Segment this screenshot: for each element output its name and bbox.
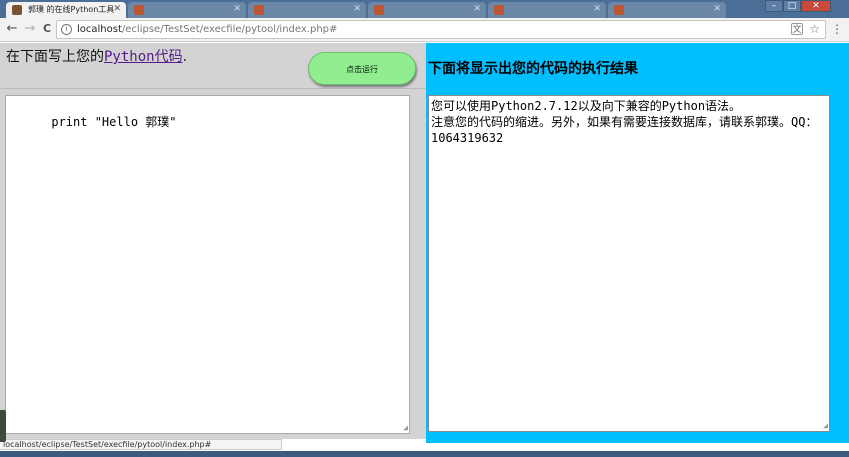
left-title: 在下面写上您的Python代码. [6,46,187,66]
tab-active[interactable]: 郭璞 的在线Python工具 ✕ [6,2,126,18]
left-title-prefix: 在下面写上您的 [6,49,104,65]
tab-close-icon[interactable]: ✕ [113,4,121,14]
maximize-button[interactable]: □ [783,0,801,12]
reload-icon[interactable]: C [39,21,55,37]
resize-grip-icon[interactable]: ◢ [823,422,828,430]
translate-icon[interactable]: 文 [791,23,803,35]
result-title: 下面将显示出您的代码的执行结果 [428,61,638,77]
info-icon[interactable]: i [61,24,72,35]
favicon-icon [494,5,504,15]
tab-title: 郭璞 的在线Python工具 [28,5,115,14]
side-handle[interactable] [0,410,6,442]
left-header: 在下面写上您的Python代码. 点击运行 [0,43,426,89]
tab-4[interactable]: ✕ [368,2,486,18]
favicon-icon [254,5,264,15]
tab-3[interactable]: ✕ [248,2,366,18]
forward-icon[interactable]: → [22,21,38,37]
minimize-button[interactable]: – [765,0,783,12]
url-path: /eclipse/TestSet/execfile/pytool/index.p… [121,24,338,35]
tab-close-icon[interactable]: ✕ [713,4,721,14]
address-bar[interactable]: i localhost/eclipse/TestSet/execfile/pyt… [56,20,826,39]
output-area[interactable]: 您可以使用Python2.7.12以及向下兼容的Python语法。 注意您的代码… [428,95,830,432]
resize-grip-icon[interactable]: ◢ [403,424,408,432]
right-panel: 下面将显示出您的代码的执行结果 您可以使用Python2.7.12以及向下兼容的… [426,43,849,443]
left-title-suffix: . [182,49,188,65]
url-text: localhost/eclipse/TestSet/execfile/pytoo… [77,24,337,35]
tab-close-icon[interactable]: ✕ [233,4,241,14]
tab-strip: 郭璞 的在线Python工具 ✕ ✕ ✕ ✕ ✕ ✕ – □ ✕ [0,0,849,18]
back-icon[interactable]: ← [4,21,20,37]
tab-2[interactable]: ✕ [128,2,246,18]
tab-close-icon[interactable]: ✕ [473,4,481,14]
browser-toolbar: ← → C i localhost/eclipse/TestSet/execfi… [0,18,849,42]
menu-icon[interactable]: ⋮ [831,22,843,36]
favicon-icon [12,5,22,15]
favicon-icon [374,5,384,15]
favicon-icon [614,5,624,15]
python-link[interactable]: Python代码 [104,49,183,65]
tab-close-icon[interactable]: ✕ [353,4,361,14]
star-icon[interactable]: ☆ [809,22,820,36]
close-window-button[interactable]: ✕ [801,0,831,12]
tab-6[interactable]: ✕ [608,2,726,18]
left-panel: print "Hello 郭璞" ◢ [0,89,426,439]
favicon-icon [134,5,144,15]
run-button[interactable]: 点击运行 [308,52,416,85]
output-line: 注意您的代码的缩进。另外，如果有需要连接数据库，请联系郭璞。QQ：1064319… [431,115,818,145]
code-editor[interactable]: print "Hello 郭璞" ◢ [5,95,410,434]
code-text: print "Hello 郭璞" [51,115,177,129]
tab-close-icon[interactable]: ✕ [593,4,601,14]
url-host: localhost [77,24,122,35]
output-line: 您可以使用Python2.7.12以及向下兼容的Python语法。 [431,99,742,113]
tab-5[interactable]: ✕ [488,2,606,18]
taskbar [0,451,849,457]
status-bar: localhost/eclipse/TestSet/execfile/pytoo… [0,439,282,450]
page-content: 在下面写上您的Python代码. 点击运行 print "Hello 郭璞" ◢… [0,43,849,457]
